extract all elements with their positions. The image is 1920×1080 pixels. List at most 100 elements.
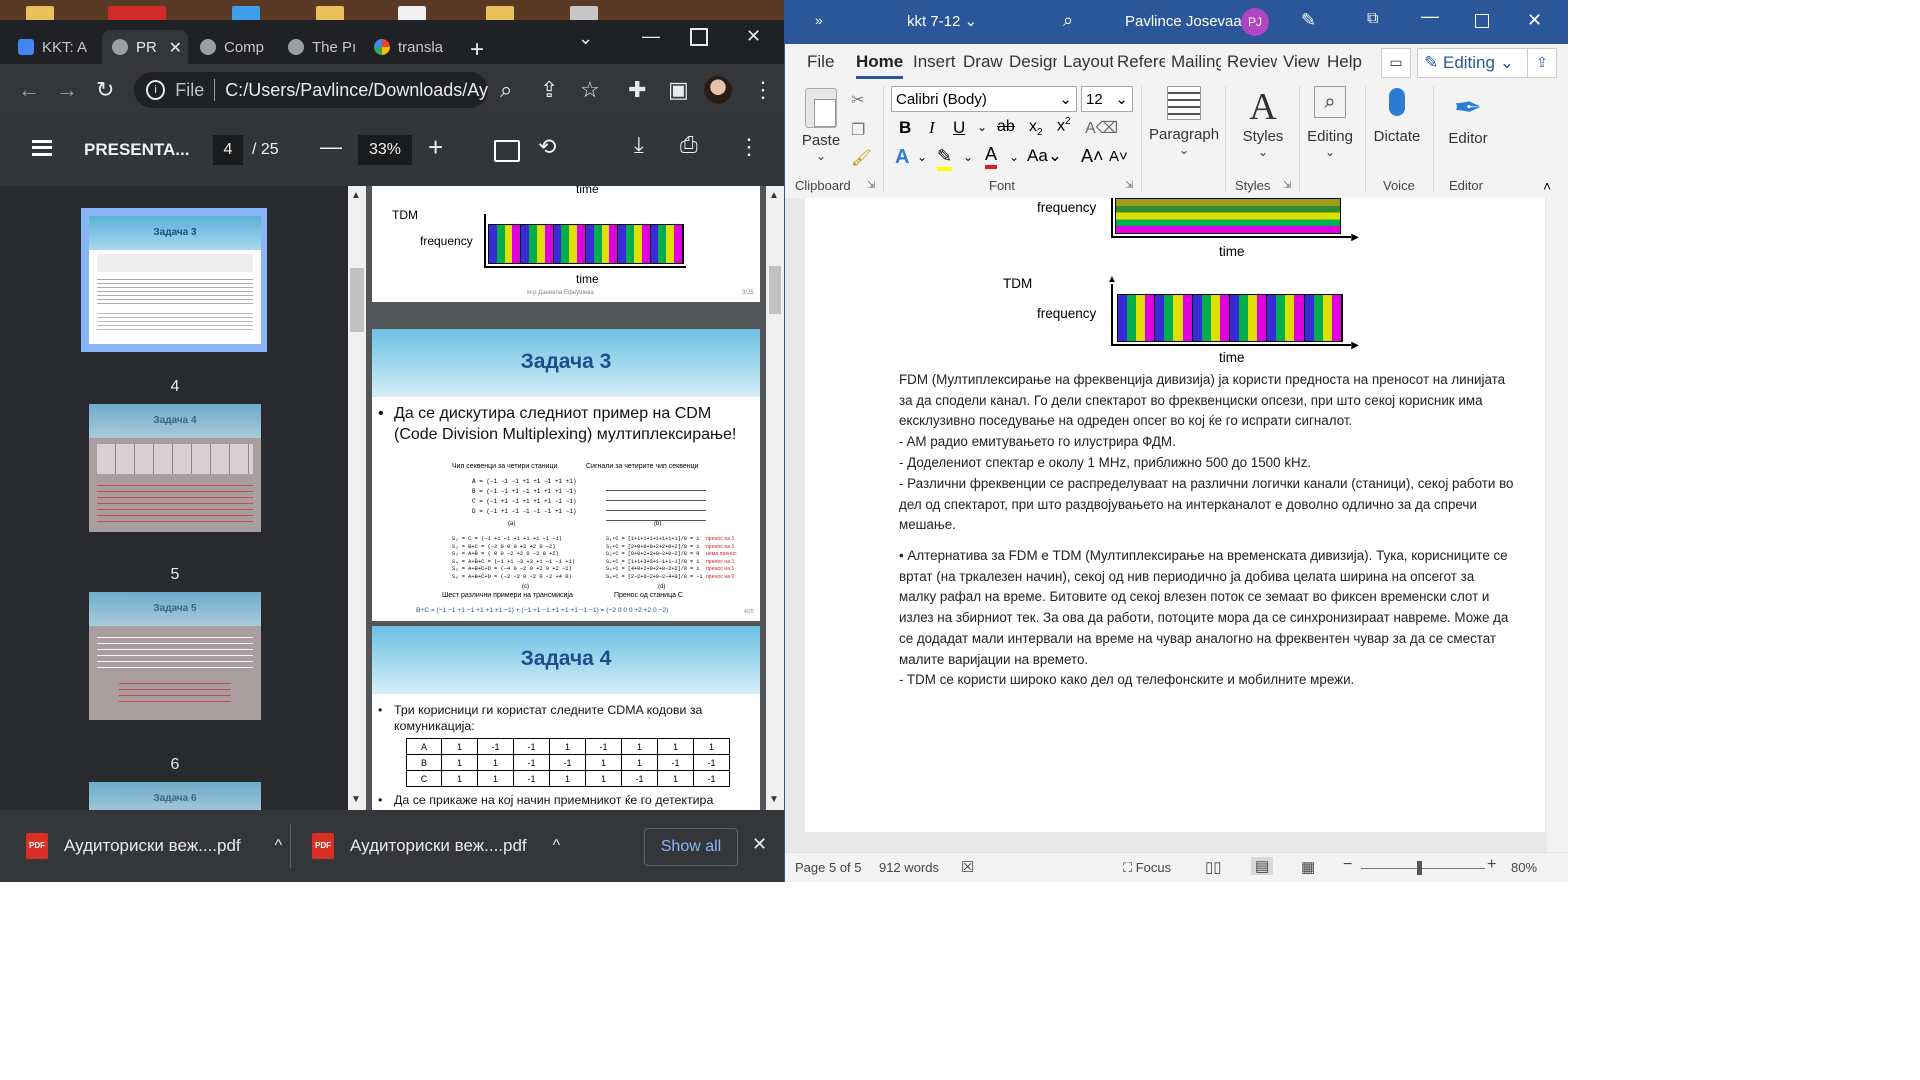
paste-button[interactable]: Paste ⌄ <box>801 86 841 163</box>
search-icon[interactable]: ⌕ <box>1063 10 1073 31</box>
document-page[interactable]: frequency ▶ time TDM frequency ▲ ▶ time … <box>805 198 1545 832</box>
thumbnail-page-5[interactable]: Задача 4 <box>89 404 261 532</box>
tab-design[interactable]: Design <box>1009 52 1057 72</box>
maximize-icon[interactable] <box>1475 14 1489 28</box>
subscript-icon[interactable]: x2 <box>1029 118 1043 138</box>
rotate-icon[interactable]: ⟲ <box>538 134 556 160</box>
address-bar[interactable]: i File C:/Users/Pavlince/Downloads/Ay... <box>134 72 488 108</box>
scroll-up-icon[interactable]: ▲ <box>351 190 361 201</box>
document-scrollbar[interactable]: ▲ ▼ <box>766 186 784 810</box>
zoom-in-button[interactable]: + <box>1487 856 1496 874</box>
page-number-input[interactable]: 4 <box>213 135 243 165</box>
print-layout-icon[interactable]: ▤ <box>1251 857 1274 875</box>
pen-icon[interactable]: ✎ <box>1301 10 1316 31</box>
page-count[interactable]: Page 5 of 5 <box>795 860 862 875</box>
underline-icon[interactable]: U <box>953 118 965 138</box>
paragraph-button[interactable]: Paragraph ⌄ <box>1149 86 1219 157</box>
sidebar-scrollbar[interactable]: ▲ ▼ <box>348 186 366 810</box>
dialog-launcher-icon[interactable]: ⇲ <box>867 180 875 191</box>
zoom-slider[interactable] <box>1361 861 1485 875</box>
zoom-out-button[interactable]: — <box>320 134 342 160</box>
close-window-icon[interactable]: ✕ <box>1527 10 1542 31</box>
scroll-up-icon[interactable]: ▲ <box>769 190 779 201</box>
chevron-down-icon[interactable]: ⌄ <box>1009 150 1019 164</box>
side-panel-icon[interactable]: ▣ <box>668 77 689 103</box>
fit-page-icon[interactable] <box>494 140 520 162</box>
editing-mode-button[interactable]: ✎ Editing ⌄ <box>1417 48 1529 78</box>
thumbnail-page-7[interactable]: Задача 6 <box>89 782 261 810</box>
word-count[interactable]: 912 words <box>879 860 939 875</box>
file-icon[interactable] <box>398 6 426 20</box>
chevron-down-icon[interactable]: ⌄ <box>917 150 927 164</box>
format-painter-icon[interactable]: 🖌 <box>851 148 871 168</box>
chevron-down-icon[interactable]: ⌄ <box>963 150 973 164</box>
extensions-icon[interactable]: ✚ <box>628 77 646 103</box>
tab-home[interactable]: Home <box>856 52 904 79</box>
close-window-icon[interactable]: ✕ <box>746 26 761 47</box>
close-icon[interactable]: ✕ <box>752 834 767 855</box>
user-avatar[interactable]: PJ <box>1241 8 1269 36</box>
app-icon[interactable] <box>108 6 166 20</box>
chevron-up-icon[interactable]: ^ <box>275 837 283 855</box>
bold-icon[interactable]: B <box>899 118 911 138</box>
tab-references[interactable]: References <box>1117 52 1165 72</box>
document-scrollbar[interactable] <box>1547 198 1568 852</box>
scroll-down-icon[interactable]: ▼ <box>351 794 361 805</box>
folder-icon[interactable] <box>486 6 514 20</box>
tab-translate[interactable]: transla <box>364 30 452 64</box>
reload-icon[interactable]: ↻ <box>96 77 114 103</box>
web-layout-icon[interactable]: ▦ <box>1301 858 1315 876</box>
share-icon[interactable]: ⇪ <box>540 77 558 103</box>
document-title[interactable]: kkt 7-12 ⌄ <box>907 12 977 30</box>
tab-draw[interactable]: Draw <box>963 52 1003 72</box>
editing-button[interactable]: ⌕ Editing ⌄ <box>1305 86 1355 159</box>
tab-review[interactable]: Review <box>1227 52 1277 72</box>
more-icon[interactable]: ⋮ <box>738 134 760 160</box>
share-icon[interactable]: ⇪ <box>1527 48 1557 78</box>
zoom-out-button[interactable]: − <box>1343 856 1352 874</box>
chevron-up-icon[interactable]: ^ <box>553 837 561 855</box>
clear-formatting-icon[interactable]: A⌫ <box>1085 118 1118 138</box>
thumbnail-page-6[interactable]: Задача 5 <box>89 592 261 720</box>
dictate-button[interactable]: Dictate <box>1371 86 1423 145</box>
scroll-thumb[interactable] <box>769 266 781 314</box>
thumbnail-page-4[interactable]: Задача 3 <box>89 216 261 344</box>
superscript-icon[interactable]: x2 <box>1057 116 1071 135</box>
tab-help[interactable]: Help <box>1327 52 1362 72</box>
change-case-icon[interactable]: Aa⌄ <box>1027 146 1062 166</box>
tab-comp[interactable]: Comp <box>190 30 276 64</box>
font-color-icon[interactable]: A <box>985 144 998 169</box>
download-icon[interactable]: ⤓ <box>634 132 644 158</box>
styles-button[interactable]: A Styles ⌄ <box>1233 86 1293 159</box>
comments-icon[interactable]: ▭ <box>1381 48 1411 78</box>
download-item[interactable]: PDF Аудиториски веж....pdf ^ <box>312 826 560 866</box>
menu-icon[interactable]: ⋮ <box>752 77 774 103</box>
tab-pr[interactable]: PR ✕ <box>102 30 188 64</box>
tab-search-icon[interactable]: ⌄ <box>578 28 593 49</box>
tab-file[interactable]: File <box>807 52 834 72</box>
scroll-down-icon[interactable]: ▼ <box>769 794 779 805</box>
app-icon[interactable] <box>232 6 260 20</box>
download-item[interactable]: PDF Аудиториски веж....pdf ^ <box>26 826 282 866</box>
zoom-icon[interactable]: ⌕ <box>500 77 512 103</box>
close-icon[interactable]: ✕ <box>169 38 182 58</box>
print-icon[interactable]: ⎙ <box>680 132 698 158</box>
grow-font-icon[interactable]: A˄ <box>1081 146 1104 167</box>
read-mode-icon[interactable]: ▯▯ <box>1205 858 1222 876</box>
zoom-in-button[interactable]: + <box>428 132 443 163</box>
new-tab-button[interactable]: + <box>470 36 484 64</box>
tab-layout[interactable]: Layout <box>1063 52 1113 72</box>
dialog-launcher-icon[interactable]: ⇲ <box>1125 180 1133 191</box>
zoom-level[interactable]: 80% <box>1511 860 1537 875</box>
tab-insert[interactable]: Insert <box>913 52 956 72</box>
star-icon[interactable]: ☆ <box>580 77 600 103</box>
font-size-select[interactable]: 12 ⌄ <box>1081 86 1133 112</box>
folder-icon[interactable] <box>316 6 344 20</box>
proofing-icon[interactable]: ☒ <box>961 858 974 876</box>
folder-icon[interactable] <box>26 6 54 20</box>
url-text[interactable]: C:/Users/Pavlince/Downloads/Ay... <box>225 80 488 101</box>
maximize-icon[interactable] <box>690 28 708 46</box>
zoom-input[interactable]: 33% <box>358 135 412 165</box>
editor-button[interactable]: ✒ Editor <box>1441 86 1495 147</box>
scroll-thumb[interactable] <box>350 268 364 332</box>
